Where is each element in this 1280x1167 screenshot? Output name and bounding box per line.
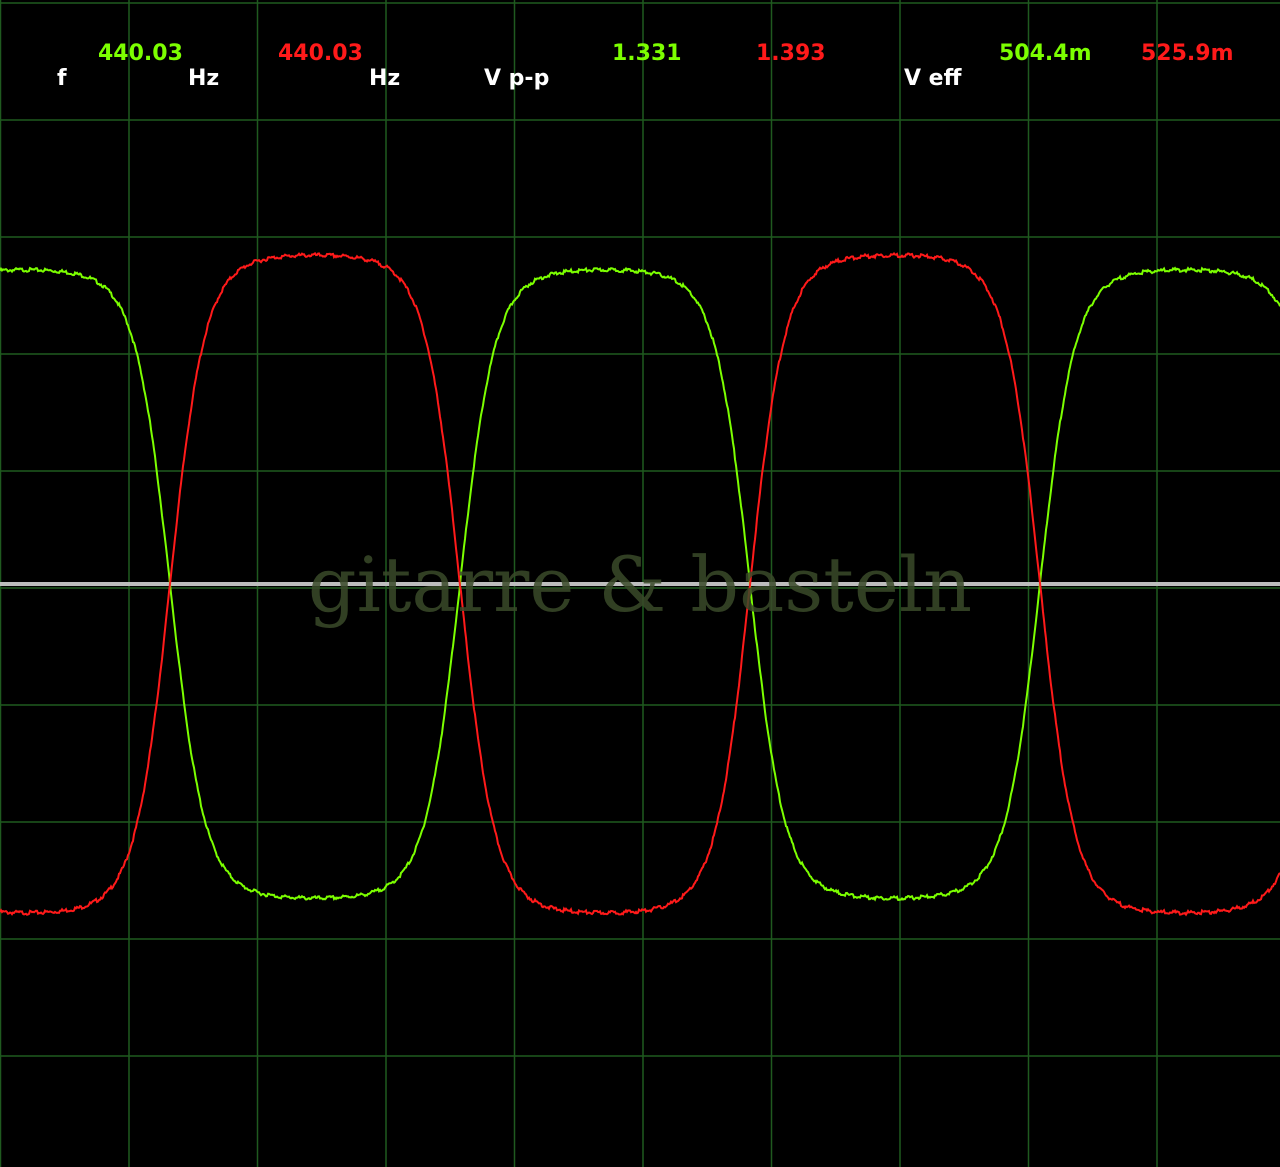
hz-unit-label-2: Hz [369,66,401,91]
channel-2-vpp: 1.393 [756,41,826,66]
channel-2-frequency: 440.03 [278,41,363,66]
hz-unit-label-1: Hz [188,66,220,91]
channel-2-veff: 525.9m [1141,41,1234,66]
channel-1-frequency: 440.03 [98,41,183,66]
frequency-label: f [57,66,67,91]
oscilloscope-display [0,0,1280,1167]
channel-1-veff: 504.4m [999,41,1092,66]
channel-1-vpp: 1.331 [612,41,682,66]
vpp-label: V p-p [484,66,550,91]
veff-label: V eff [904,66,962,91]
oscilloscope-screen: gitarre & basteln f 440.03 Hz 440.03 Hz … [0,0,1280,1167]
